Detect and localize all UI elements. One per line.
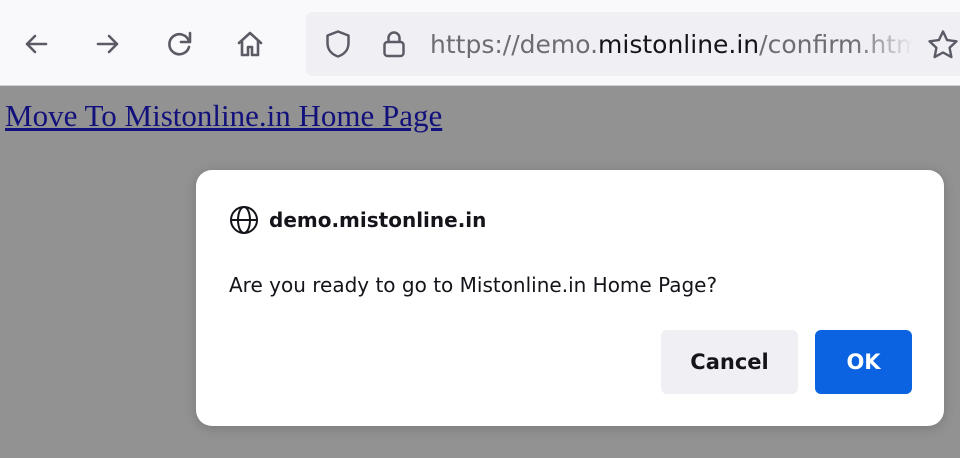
ok-button[interactable]: OK (815, 330, 912, 394)
lock-icon[interactable] (378, 28, 410, 60)
globe-icon (229, 205, 259, 235)
url-domain: mistonline.in (598, 30, 760, 59)
url-bar[interactable]: https://demo.mistonline.in/confirm.htm (306, 12, 960, 76)
forward-button[interactable] (88, 24, 128, 64)
reload-button[interactable] (160, 24, 200, 64)
arrow-left-icon (25, 34, 48, 54)
dialog-origin: demo.mistonline.in (269, 208, 487, 232)
url-text[interactable]: https://demo.mistonline.in/confirm.htm (430, 29, 914, 61)
shield-icon[interactable] (322, 28, 354, 60)
arrow-right-icon (96, 34, 119, 54)
url-prefix: https://demo. (430, 30, 599, 59)
home-icon (237, 31, 263, 57)
cancel-button[interactable]: Cancel (661, 330, 798, 394)
browser-toolbar: https://demo.mistonline.in/confirm.htm (0, 0, 960, 86)
bookmark-star-icon[interactable] (926, 28, 960, 62)
url-suffix: /confirm.htm (759, 30, 914, 59)
home-button[interactable] (230, 24, 270, 64)
dialog-message: Are you ready to go to Mistonline.in Hom… (229, 273, 718, 297)
back-button[interactable] (16, 24, 56, 64)
home-page-link[interactable]: Move To Mistonline.in Home Page (5, 98, 442, 134)
reload-icon (168, 31, 192, 56)
confirm-dialog: demo.mistonline.in Are you ready to go t… (196, 170, 944, 426)
